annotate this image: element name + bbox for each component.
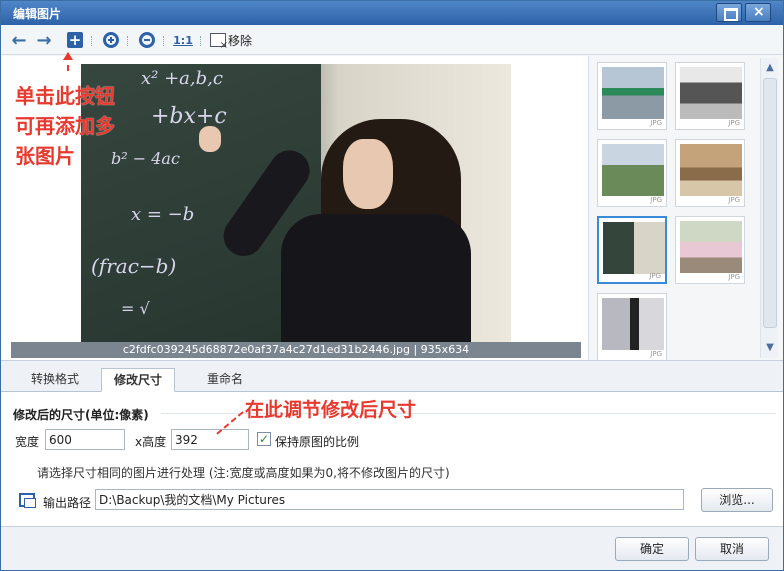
ok-button[interactable]: 确定 — [615, 537, 689, 561]
thumbnail[interactable]: JPG — [675, 216, 745, 284]
thumbnail-ext: JPG — [728, 119, 740, 127]
remove-label: 移除 — [228, 33, 253, 48]
chalk-scribble: (frac−b) — [91, 254, 177, 278]
remove-icon — [210, 33, 228, 51]
tab-resize[interactable]: 修改尺寸 — [101, 368, 176, 392]
dialog-footer: 确定 取消 — [1, 526, 783, 570]
thumbnail-ext: JPG — [650, 196, 662, 204]
tab-convert-format[interactable]: 转换格式 — [19, 368, 91, 392]
annotation-line: 可再添加多 — [15, 114, 115, 138]
chalk-scribble: x = −b — [131, 204, 195, 225]
toolbar-separator — [91, 36, 92, 46]
add-image-button[interactable]: + — [67, 32, 83, 48]
hand-shape — [199, 126, 221, 152]
annotation-arrow-icon — [63, 52, 73, 71]
thumbnail[interactable]: JPG — [597, 139, 667, 207]
keep-ratio-checkbox[interactable]: ✓ — [257, 432, 271, 446]
thumbnail-panel: JPG JPG JPG JPG JPG JPG JPG — [590, 56, 783, 361]
section-title: 修改后的尺寸(单位:像素) — [13, 408, 149, 422]
edit-image-dialog: 编辑图片 × ← → + 1:1 移除 x² +a,b,c +bx+c b² −… — [0, 0, 784, 571]
thumbnail-image — [602, 67, 664, 119]
folder-icon — [19, 493, 36, 508]
next-image-button[interactable]: → — [34, 29, 54, 51]
window-title: 编辑图片 — [13, 7, 62, 21]
keep-ratio-label: 保持原图的比例 — [275, 435, 360, 449]
thumbnail-image — [680, 221, 742, 273]
toolbar-separator — [163, 36, 164, 46]
tab-rename[interactable]: 重命名 — [195, 368, 255, 392]
width-input[interactable] — [45, 429, 125, 450]
arrow-left-icon: ← — [11, 29, 27, 51]
thumbnail-image — [602, 144, 664, 196]
checkmark-icon: ✓ — [258, 432, 270, 446]
maximize-button[interactable] — [716, 3, 742, 22]
output-path-input[interactable] — [95, 489, 684, 510]
thumbnail[interactable]: JPG — [675, 139, 745, 207]
thumbnail[interactable]: JPG — [675, 62, 745, 130]
thumbnail[interactable]: JPG — [597, 293, 667, 361]
toolbar: ← → + 1:1 移除 — [1, 25, 783, 55]
annotation-line: 张图片 — [15, 144, 75, 168]
thumbnail-selected[interactable]: JPG — [597, 216, 667, 284]
thumbnail-image — [603, 222, 665, 274]
height-label: x高度 — [135, 435, 167, 449]
thumbnail-ext: JPG — [649, 272, 661, 280]
zoom-in-icon — [103, 32, 119, 48]
resize-hint: 请选择尺寸相同的图片进行处理 (注:宽度或高度如果为0,将不修改图片的尺寸) — [37, 466, 450, 480]
chalk-scribble: = √ — [121, 299, 150, 318]
suit-shape — [281, 214, 471, 350]
actual-size-button[interactable]: 1:1 — [173, 30, 193, 50]
thumbnail-ext: JPG — [728, 196, 740, 204]
face-shape — [343, 139, 393, 209]
close-icon: × — [753, 4, 765, 20]
previous-image-button[interactable]: ← — [9, 29, 29, 51]
thumbnail-image — [680, 67, 742, 119]
thumbnail-image — [680, 144, 742, 196]
zoom-in-button[interactable] — [102, 30, 120, 50]
chevron-up-icon[interactable]: ▲ — [761, 60, 779, 76]
thumbnail-ext: JPG — [728, 273, 740, 281]
thumbnail-ext: JPG — [650, 350, 662, 358]
thumbnail-image — [602, 298, 664, 350]
thumbnail[interactable]: JPG — [597, 62, 667, 130]
width-label: 宽度 — [15, 435, 40, 449]
zoom-out-icon — [139, 32, 155, 48]
resize-annotation: 在此调节修改后尺寸 — [245, 399, 417, 421]
image-caption: c2fdfc039245d68872e0af37a4c27d1ed31b2446… — [11, 342, 581, 358]
title-bar: 编辑图片 × — [1, 1, 783, 25]
chevron-down-icon[interactable]: ▼ — [761, 340, 779, 356]
thumbnail-scrollbar[interactable]: ▲ ▼ — [760, 58, 778, 358]
remove-image-button[interactable]: 移除 — [210, 30, 253, 51]
toolbar-separator — [127, 36, 128, 46]
zoom-out-button[interactable] — [138, 30, 156, 50]
cancel-button[interactable]: 取消 — [695, 537, 769, 561]
scrollbar-thumb[interactable] — [763, 78, 777, 328]
tab-bar: 转换格式 修改尺寸 重命名 — [1, 360, 783, 392]
arrow-right-icon: → — [36, 29, 52, 51]
thumbnail-ext: JPG — [650, 119, 662, 127]
add-image-annotation: 单击此按钮 可再添加多 张图片 — [15, 81, 185, 171]
toolbar-separator — [200, 36, 201, 46]
output-path-label: 输出路径 — [43, 496, 92, 510]
browse-button[interactable]: 浏览... — [701, 488, 773, 512]
close-button[interactable]: × — [745, 3, 771, 22]
plus-icon: + — [68, 31, 82, 49]
height-input[interactable] — [171, 429, 249, 450]
annotation-line: 单击此按钮 — [15, 84, 115, 108]
